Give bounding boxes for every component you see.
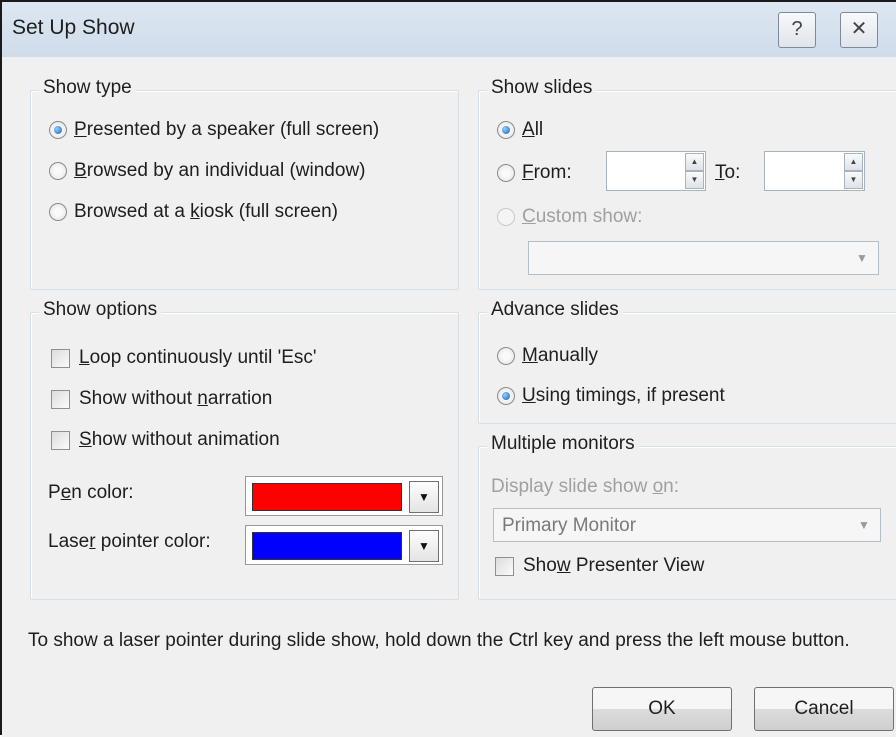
to-spin-buttons: ▲ ▼ — [844, 153, 863, 189]
to-label: To: — [715, 162, 741, 183]
radio-custom-show: Custom show: — [497, 206, 642, 228]
laser-color-swatch — [252, 532, 402, 560]
show-slides-label: Show slides — [487, 77, 597, 99]
custom-show-dropdown: ▼ — [528, 241, 879, 275]
radio-using-timings[interactable]: Using timings, if present — [497, 385, 725, 407]
dialog-body: Show type Presented by a speaker (full s… — [2, 57, 896, 737]
option-label: From: — [522, 162, 572, 183]
dialog-title: Set Up Show — [12, 16, 135, 39]
display-slide-show-label: Display slide show on: — [491, 476, 680, 497]
show-slides-group: Show slides All From: ▲ ▼ To: ▲ ▼ Custom… — [478, 77, 896, 290]
radio-from-slides[interactable]: From: — [497, 162, 572, 184]
radio-indicator — [497, 164, 515, 182]
help-button[interactable]: ? — [778, 12, 816, 48]
pen-color-swatch — [252, 483, 402, 511]
show-type-group: Show type Presented by a speaker (full s… — [30, 77, 459, 290]
multiple-monitors-group: Multiple monitors Display slide show on:… — [478, 433, 896, 600]
title-bar: Set Up Show ? ✕ — [2, 2, 896, 57]
show-options-group: Show options Loop continuously until 'Es… — [30, 299, 459, 600]
checkbox-loop-continuously[interactable]: Loop continuously until 'Esc' — [51, 347, 317, 369]
close-button[interactable]: ✕ — [840, 12, 878, 48]
option-label: Show without narration — [79, 388, 273, 409]
option-label: All — [522, 119, 544, 140]
cancel-button[interactable]: Cancel — [754, 687, 894, 731]
checkbox-box — [51, 389, 70, 409]
radio-indicator — [49, 121, 67, 139]
from-spinner[interactable]: ▲ ▼ — [606, 151, 706, 191]
multiple-monitors-label: Multiple monitors — [487, 433, 639, 455]
radio-manually[interactable]: Manually — [497, 345, 598, 367]
dropdown-arrow-icon[interactable]: ▼ — [409, 530, 439, 562]
to-down-arrow-icon[interactable]: ▼ — [844, 171, 863, 189]
laser-color-picker[interactable]: ▼ — [245, 525, 443, 565]
laser-pointer-info-text: To show a laser pointer during slide sho… — [28, 630, 850, 651]
to-spinner[interactable]: ▲ ▼ — [764, 151, 865, 191]
from-up-arrow-icon[interactable]: ▲ — [685, 153, 704, 171]
option-label: Presented by a speaker (full screen) — [74, 119, 380, 140]
option-label: Using timings, if present — [522, 385, 725, 406]
option-label: Manually — [522, 345, 599, 366]
option-label: Show Presenter View — [523, 555, 705, 576]
option-label: Loop continuously until 'Esc' — [79, 347, 317, 368]
radio-all-slides[interactable]: All — [497, 119, 543, 141]
checkbox-box — [495, 556, 514, 576]
option-label: Browsed by an individual (window) — [74, 160, 366, 181]
to-up-arrow-icon[interactable]: ▲ — [844, 153, 863, 171]
display-monitor-value: Primary Monitor — [502, 515, 637, 536]
dropdown-arrow-icon[interactable]: ▼ — [409, 481, 439, 513]
dropdown-arrow-icon: ▼ — [858, 518, 870, 532]
checkbox-without-narration[interactable]: Show without narration — [51, 388, 272, 410]
radio-browsed-by-individual[interactable]: Browsed by an individual (window) — [49, 160, 366, 182]
checkbox-show-presenter-view[interactable]: Show Presenter View — [495, 555, 704, 577]
radio-indicator — [497, 347, 515, 365]
ok-button[interactable]: OK — [592, 687, 732, 731]
radio-presented-by-speaker[interactable]: Presented by a speaker (full screen) — [49, 119, 379, 141]
show-options-label: Show options — [39, 299, 162, 321]
option-label: Browsed at a kiosk (full screen) — [74, 201, 338, 222]
laser-color-label: Laser pointer color: — [48, 531, 211, 552]
show-type-label: Show type — [39, 77, 136, 99]
set-up-show-dialog: Set Up Show ? ✕ Show type Presented by a… — [0, 0, 896, 737]
radio-indicator — [497, 208, 515, 226]
radio-browsed-at-kiosk[interactable]: Browsed at a kiosk (full screen) — [49, 201, 338, 223]
option-label: Custom show: — [522, 206, 643, 227]
from-spin-buttons: ▲ ▼ — [685, 153, 704, 189]
radio-indicator — [49, 203, 67, 221]
advance-slides-label: Advance slides — [487, 299, 623, 321]
pen-color-label: Pen color: — [48, 482, 134, 503]
advance-slides-group: Advance slides Manually Using timings, i… — [478, 299, 896, 424]
radio-indicator — [497, 121, 515, 139]
radio-indicator — [497, 387, 515, 405]
checkbox-box — [51, 430, 70, 450]
display-monitor-dropdown: Primary Monitor ▼ — [493, 508, 881, 542]
option-label: Show without animation — [79, 429, 280, 450]
dropdown-arrow-icon: ▼ — [856, 251, 868, 265]
pen-color-picker[interactable]: ▼ — [245, 476, 443, 516]
radio-indicator — [49, 162, 67, 180]
checkbox-without-animation[interactable]: Show without animation — [51, 429, 280, 451]
checkbox-box — [51, 348, 70, 368]
from-down-arrow-icon[interactable]: ▼ — [685, 171, 704, 189]
